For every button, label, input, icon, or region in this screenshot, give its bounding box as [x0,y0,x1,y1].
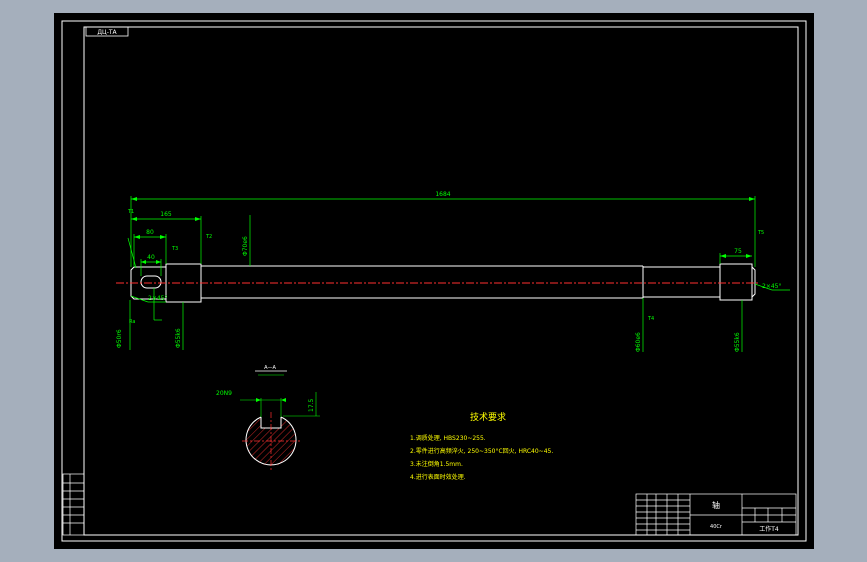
section-label: A—A [264,365,276,371]
tech-req-item-4: 4.进行表面时效处理. [410,473,466,481]
tech-req-item-3: 3.未注倒角1.5mm. [410,460,463,468]
tol-t5: T5 [757,230,764,236]
tol-t4: T4 [647,316,654,322]
dim-right-length: 75 [734,248,742,255]
part-name: 轴 [712,500,720,510]
dim-key-width: 40 [147,254,155,261]
dim-chamfer-left: 2×45° [148,295,167,302]
dim-dia-left-bearing: Φ55k6 [175,328,182,348]
drawing-canvas [54,13,814,549]
part-material: 40Cr [710,524,723,530]
dim-dia-right-body: Φ60e6 [635,332,642,352]
drawing-tag: ДЦ-ТА [97,29,117,36]
dim-section-width: 20N9 [216,390,232,397]
dim-left-length: 165 [160,211,172,218]
ra-mark: Ra [129,319,135,325]
dim-chamfer-right: 2×45° [762,283,781,290]
tech-req-title: 技术要求 [470,411,506,423]
dim-section-depth: 17.5 [308,398,315,412]
dim-overall-length: 1684 [435,191,450,198]
dim-key-slot-length: 80 [146,229,154,236]
cad-drawing-sheet: ДЦ-ТА 1684 165 80 40 75 2×45° 2×45° Φ50r… [54,13,814,549]
tol-t3: T3 [171,246,178,252]
dim-dia-right-end: Φ55k6 [734,332,741,352]
tol-t2: T2 [205,234,212,240]
dim-dia-left-end: Φ50r6 [116,329,123,348]
tech-req-item-2: 2.零件进行高频淬火, 250~350°C回火, HRC40~45. [410,447,553,455]
title-stamp: 工作T4 [759,525,779,533]
dim-dia-middle: Φ70e6 [242,236,249,256]
tol-t1: T1 [127,209,134,215]
tech-req-item-1: 1.调质处理, HBS230~255. [410,434,486,442]
